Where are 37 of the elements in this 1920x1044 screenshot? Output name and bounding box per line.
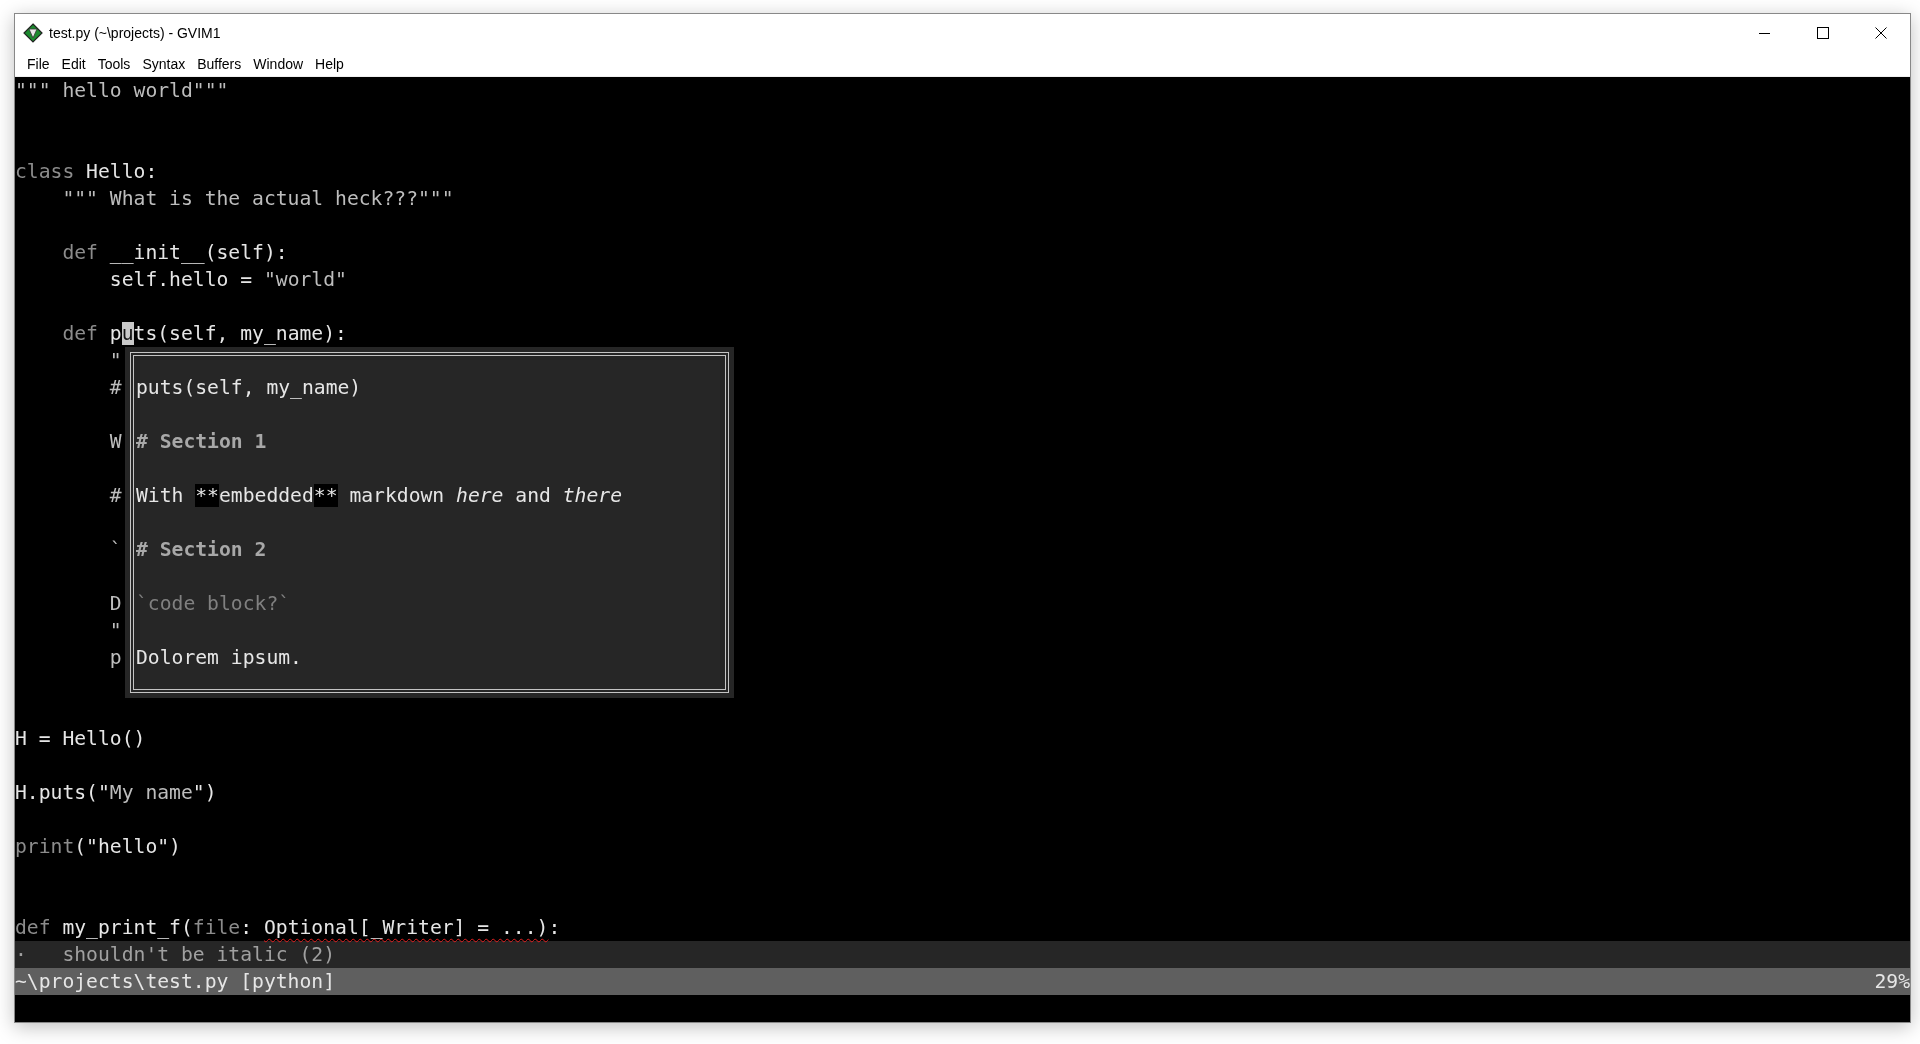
menu-item[interactable]: Buffers xyxy=(191,56,248,72)
popup-line: Dolorem ipsum. xyxy=(136,645,303,671)
code-line: p xyxy=(108,645,122,671)
popup-line: With **embedded** markdown here and there xyxy=(136,483,623,509)
popup-line: # Section 2 xyxy=(136,537,268,563)
code-line: ` xyxy=(108,537,122,563)
popup-line: # Section 1 xyxy=(136,429,268,455)
menu-item[interactable]: Edit xyxy=(55,56,92,72)
code-line: W xyxy=(108,429,122,455)
menu-item[interactable]: Window xyxy=(247,56,310,72)
code-line: print("hello") xyxy=(15,834,181,860)
code-line: H = Hello() xyxy=(15,726,146,752)
menu-item[interactable]: Syntax xyxy=(136,56,192,72)
code-line: def puts(self, my_name): xyxy=(61,321,347,347)
code-line: H.puts("My name") xyxy=(15,780,217,806)
menu-item[interactable]: File xyxy=(21,56,56,72)
code-line: # xyxy=(108,375,122,401)
code-line: """ What is the actual heck???""" xyxy=(61,186,454,212)
code-line: def __init__(self): xyxy=(61,240,288,266)
code-line: self.hello = "world" xyxy=(108,267,347,293)
code-line: # xyxy=(108,483,122,509)
diamond-icon xyxy=(23,23,43,43)
code-line: " xyxy=(108,348,122,374)
code-line: " xyxy=(108,618,122,644)
popup-line: `code block?` xyxy=(136,591,292,617)
file-path: ~\projects\test.py [python] xyxy=(15,969,336,995)
code-line: """ hello world""" xyxy=(15,78,229,104)
maximize-icon xyxy=(1817,27,1829,39)
code-line: class Hello: xyxy=(15,159,158,185)
menu-item[interactable]: Tools xyxy=(91,56,137,72)
scroll-position: 29% xyxy=(1874,969,1910,995)
code-line: D xyxy=(108,591,122,617)
window-title: test.py (~\projects) - GVIM1 xyxy=(49,25,221,41)
code-line: def my_print_f(file: Optional[_Writer] = ...): xyxy=(15,915,561,941)
menu-item[interactable]: Help xyxy=(309,56,350,72)
close-icon xyxy=(1875,27,1887,39)
popup-line: puts(self, my_name) xyxy=(136,375,363,401)
